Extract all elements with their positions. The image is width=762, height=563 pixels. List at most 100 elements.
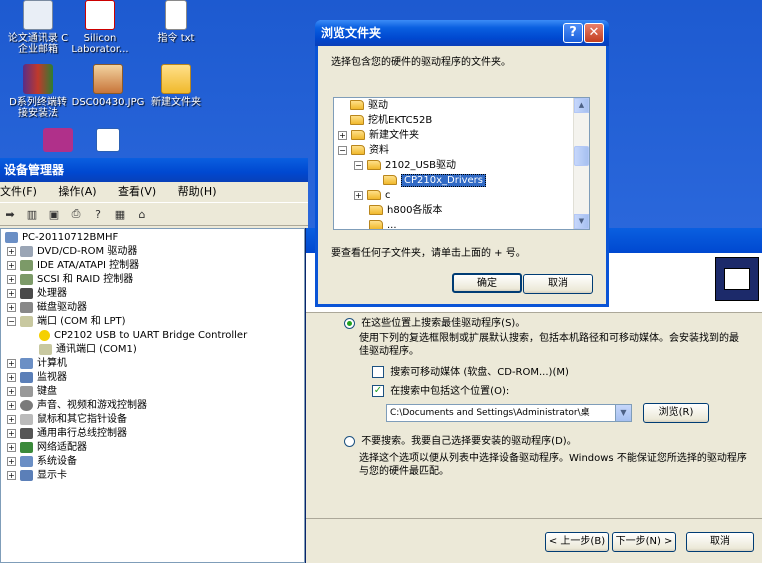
expand-icon[interactable]: +: [7, 414, 16, 424]
expand-icon[interactable]: +: [7, 302, 16, 312]
tree-item[interactable]: + IDE ATA/ATAPI 控制器: [7, 259, 139, 273]
tree-item[interactable]: + 显示卡: [7, 469, 67, 483]
option-search-label: 在这些位置上搜索最佳驱动程序(S)。: [361, 318, 526, 329]
radio-search[interactable]: [344, 317, 355, 329]
expand-icon[interactable]: +: [7, 288, 16, 298]
tree-item[interactable]: + DVD/CD-ROM 驱动器: [7, 245, 137, 259]
folder-item[interactable]: + c: [354, 188, 391, 203]
folder-item[interactable]: h800各版本: [369, 203, 442, 218]
tree-item[interactable]: 通讯端口 (COM1): [39, 343, 137, 357]
tree-item[interactable]: + 网络适配器: [7, 441, 87, 455]
checkbox-location[interactable]: ✓: [372, 385, 384, 397]
properties-icon[interactable]: ▣: [46, 206, 62, 222]
hardware-wizard-icon: [715, 257, 759, 301]
help-button[interactable]: ?: [563, 23, 583, 43]
desktop-icon-label: 指令 txt: [157, 33, 195, 44]
computer-icon: [5, 231, 18, 243]
tree-item[interactable]: CP2102 USB to UART Bridge Controller: [39, 329, 247, 343]
wizard-cancel-button[interactable]: 取消: [686, 532, 754, 552]
expand-icon[interactable]: +: [7, 470, 16, 480]
folder-item[interactable]: 驱动: [350, 98, 388, 113]
desktop-icon[interactable]: Silicon Laborator...: [62, 0, 138, 55]
option-search-row[interactable]: 在这些位置上搜索最佳驱动程序(S)。: [344, 317, 525, 330]
close-button[interactable]: ✕: [584, 23, 604, 43]
expand-icon[interactable]: +: [7, 260, 16, 270]
device-manager-window: 设备管理器 文件(F) 操作(A) 查看(V) 帮助(H) ➡ ▥ ▣ ⎙ ? …: [0, 158, 308, 563]
tree-item[interactable]: + 声音、视频和游戏控制器: [7, 399, 147, 413]
back-button[interactable]: < 上一步(B): [545, 532, 609, 552]
menu-action[interactable]: 操作(A): [58, 185, 96, 198]
location-combo[interactable]: C:\Documents and Settings\Administrator\…: [386, 404, 632, 422]
tree-item[interactable]: + 监视器: [7, 371, 67, 385]
desktop-icon[interactable]: D系列终端转 接安装法: [0, 64, 76, 119]
folder-item[interactable]: − 资料: [338, 143, 389, 158]
radio-nosearch[interactable]: [344, 435, 355, 447]
browse-button[interactable]: 浏览(R): [643, 403, 709, 423]
checkbox-location-row[interactable]: ✓ 在搜索中包括这个位置(O):: [372, 385, 509, 398]
cancel-button[interactable]: 取消: [523, 274, 593, 294]
tree-item-label: 声音、视频和游戏控制器: [37, 400, 147, 411]
folder-item[interactable]: 挖机EKTC52B: [350, 113, 432, 128]
expand-icon[interactable]: +: [7, 372, 16, 382]
expand-icon[interactable]: +: [7, 274, 16, 284]
tree-scrollbar[interactable]: ▲ ▼: [573, 98, 589, 229]
ok-button[interactable]: 确定: [452, 273, 522, 293]
expand-icon[interactable]: +: [7, 386, 16, 396]
scroll-thumb[interactable]: [574, 146, 589, 166]
up-icon[interactable]: ▥: [24, 206, 40, 222]
collapse-icon[interactable]: −: [7, 316, 16, 326]
collapse-icon[interactable]: −: [354, 160, 363, 170]
device-manager-titlebar[interactable]: 设备管理器: [0, 158, 308, 182]
scan-hardware-icon[interactable]: ⌂: [134, 206, 150, 222]
expand-icon[interactable]: +: [7, 428, 16, 438]
tree-item[interactable]: + 系统设备: [7, 455, 77, 469]
print-icon[interactable]: ⎙: [68, 206, 84, 222]
tree-item[interactable]: + 处理器: [7, 287, 67, 301]
collapse-icon[interactable]: −: [338, 145, 347, 155]
checkbox-removable-row[interactable]: 搜索可移动媒体 (软盘、CD-ROM...)(M): [372, 366, 569, 379]
expand-icon[interactable]: +: [7, 358, 16, 368]
tree-item[interactable]: + 键盘: [7, 385, 57, 399]
folder-item-selected[interactable]: CP210x_Drivers: [383, 173, 486, 188]
folder-item[interactable]: − 2102_USB驱动: [354, 158, 456, 173]
option-nosearch-label: 不要搜索。我要自己选择要安装的驱动程序(D)。: [361, 436, 577, 447]
folder-item[interactable]: ...: [369, 218, 397, 229]
tree-item[interactable]: − 端口 (COM 和 LPT): [7, 315, 126, 329]
desktop-icon[interactable]: [70, 128, 146, 155]
help-icon[interactable]: ?: [90, 206, 106, 222]
display-adapter-icon: [20, 469, 33, 481]
expand-icon[interactable]: +: [338, 130, 347, 140]
menu-view[interactable]: 查看(V): [118, 185, 156, 198]
view-icon[interactable]: ▦: [112, 206, 128, 222]
expand-icon[interactable]: +: [7, 442, 16, 452]
expand-icon[interactable]: +: [7, 246, 16, 256]
tree-item[interactable]: + 磁盘驱动器: [7, 301, 87, 315]
tree-item-label: 监视器: [37, 372, 67, 383]
desktop-icon-label: D系列终端转 接安装法: [9, 97, 67, 119]
folder-label: 驱动: [368, 100, 388, 111]
tree-item[interactable]: + SCSI 和 RAID 控制器: [7, 273, 133, 287]
desktop-icon[interactable]: 指令 txt: [138, 0, 214, 44]
desktop-icon[interactable]: 新建文件夹: [138, 64, 214, 108]
chevron-down-icon[interactable]: ▼: [615, 405, 631, 421]
tree-item-label: 端口 (COM 和 LPT): [37, 316, 126, 327]
menu-file[interactable]: 文件(F): [0, 185, 37, 198]
tree-item[interactable]: + 通用串行总线控制器: [7, 427, 127, 441]
tree-item[interactable]: + 计算机: [7, 357, 67, 371]
tree-item-label: 通用串行总线控制器: [37, 428, 127, 439]
expand-icon[interactable]: +: [354, 190, 363, 200]
desktop-icon-label: 新建文件夹: [151, 97, 201, 108]
checkbox-removable[interactable]: [372, 366, 384, 378]
tree-item[interactable]: + 鼠标和其它指针设备: [7, 413, 127, 427]
expand-icon[interactable]: +: [7, 400, 16, 410]
next-button[interactable]: 下一步(N) >: [612, 532, 676, 552]
scroll-up-icon[interactable]: ▲: [574, 98, 589, 113]
option-nosearch-row[interactable]: 不要搜索。我要自己选择要安装的驱动程序(D)。: [344, 435, 577, 448]
menu-help[interactable]: 帮助(H): [178, 185, 217, 198]
scroll-down-icon[interactable]: ▼: [574, 214, 589, 229]
desktop-icon[interactable]: DSC00430.JPG: [70, 64, 146, 108]
expand-icon[interactable]: +: [7, 456, 16, 466]
tree-root[interactable]: PC-20110712BMHF: [5, 231, 118, 245]
folder-item[interactable]: + 新建文件夹: [338, 128, 419, 143]
forward-icon[interactable]: ➡: [2, 206, 18, 222]
